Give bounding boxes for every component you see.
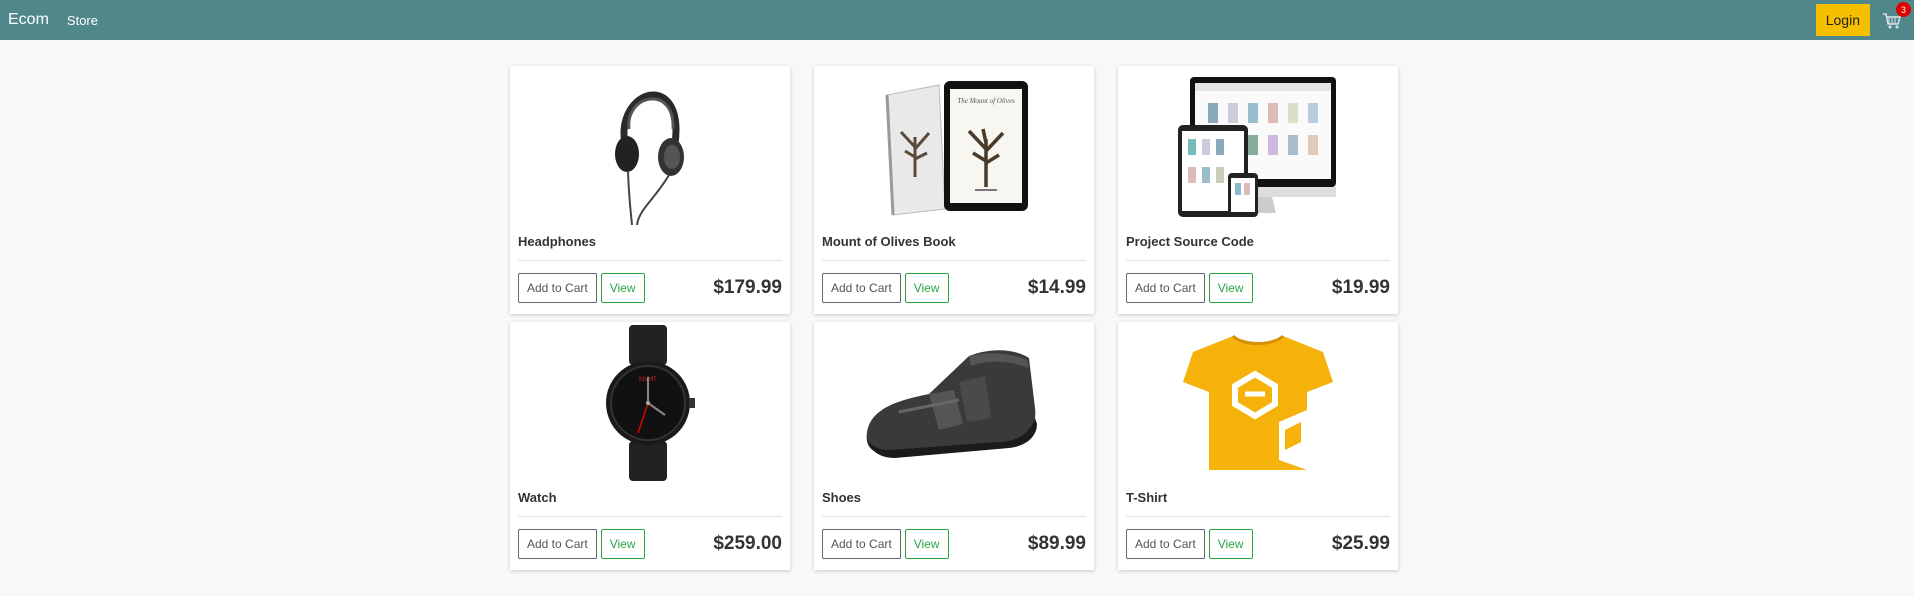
store-link[interactable]: Store: [67, 13, 98, 28]
product-title: Project Source Code: [1126, 234, 1254, 249]
product-card: Shoes Add to Cart View $89.99: [814, 322, 1094, 570]
shoes-image[interactable]: [859, 338, 1049, 468]
add-to-cart-button[interactable]: Add to Cart: [1126, 529, 1205, 559]
view-button[interactable]: View: [904, 273, 949, 303]
product-image-wrap: [510, 66, 790, 228]
watch-image[interactable]: MVMT: [605, 325, 695, 481]
card-divider: [518, 260, 782, 261]
card-divider: [1126, 516, 1390, 517]
add-to-cart-button[interactable]: Add to Cart: [518, 273, 597, 303]
add-to-cart-button[interactable]: Add to Cart: [822, 273, 901, 303]
card-divider: [822, 516, 1086, 517]
product-image-wrap: [1118, 66, 1398, 228]
product-title: Headphones: [518, 234, 597, 249]
source-code-image[interactable]: [1178, 75, 1338, 220]
product-title: T-Shirt: [1126, 490, 1168, 505]
view-button[interactable]: View: [1208, 273, 1253, 303]
product-title: Mount of Olives Book: [822, 234, 956, 249]
card-divider: [822, 260, 1086, 261]
card-divider: [1126, 260, 1390, 261]
nav-right: Login 3: [1815, 2, 1911, 36]
product-price: $179.99: [713, 277, 782, 298]
login-button[interactable]: Login: [1815, 4, 1870, 36]
add-to-cart-button[interactable]: Add to Cart: [518, 529, 597, 559]
add-to-cart-button[interactable]: Add to Cart: [822, 529, 901, 559]
add-to-cart-button[interactable]: Add to Cart: [1126, 273, 1205, 303]
product-price: $14.99: [1027, 277, 1086, 298]
product-title: Shoes: [822, 490, 862, 505]
view-button[interactable]: View: [904, 529, 949, 559]
product-title: Watch: [518, 490, 557, 505]
navbar: Ecom Store Login 3: [0, 0, 1914, 40]
brand-link[interactable]: Ecom: [8, 11, 49, 29]
product-image-wrap: [1118, 322, 1398, 484]
product-card: MVMT Watch Add to Cart View $259.00: [510, 322, 790, 570]
product-image-wrap: The Mount of Olives: [814, 66, 1094, 228]
svg-text:The Mount of Olives: The Mount of Olives: [957, 97, 1015, 105]
book-image[interactable]: The Mount of Olives: [879, 77, 1029, 217]
product-price: $19.99: [1331, 277, 1390, 298]
product-image-wrap: [814, 322, 1094, 484]
cart-count-badge: 3: [1896, 2, 1911, 17]
product-price: $89.99: [1027, 533, 1086, 554]
product-card: T-Shirt Add to Cart View $25.99: [1118, 322, 1398, 570]
product-grid: Headphones Add to Cart View $179.99 The …: [510, 66, 1398, 570]
view-button[interactable]: View: [600, 273, 645, 303]
product-image-wrap: MVMT: [510, 322, 790, 484]
product-card: Headphones Add to Cart View $179.99: [510, 66, 790, 314]
view-button[interactable]: View: [1208, 529, 1253, 559]
card-divider: [518, 516, 782, 517]
cart-button[interactable]: 3: [1882, 2, 1911, 32]
tshirt-image[interactable]: [1183, 330, 1333, 476]
product-price: $259.00: [713, 533, 782, 554]
product-card: Project Source Code Add to Cart View $19…: [1118, 66, 1398, 314]
product-card: The Mount of Olives Mount of Olives Book…: [814, 66, 1094, 314]
view-button[interactable]: View: [600, 529, 645, 559]
headphones-image[interactable]: [595, 69, 705, 225]
product-price: $25.99: [1331, 533, 1390, 554]
